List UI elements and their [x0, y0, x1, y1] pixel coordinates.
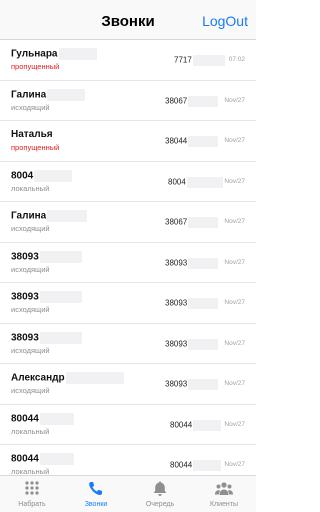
call-row[interactable]: Галина исходящий 38067 Nov/27 [0, 202, 256, 243]
call-status: пропущенный [11, 143, 60, 152]
tab-bar: Набрать Звонки Очередь Клиенты [0, 475, 256, 512]
calls-list[interactable]: Гульнара пропущенный 7717 07:02 Галина и… [0, 40, 256, 475]
call-time: Nov/27 [224, 258, 245, 266]
call-time: 07:02 [228, 56, 245, 63]
dialpad-icon [25, 481, 39, 495]
redacted-mask [58, 48, 97, 60]
tab-label: Набрать [18, 501, 46, 508]
call-status: исходящий [11, 264, 50, 274]
call-status: исходящий [11, 305, 50, 314]
phone-number: 38067 [165, 96, 188, 106]
redacted-mask [192, 55, 225, 66]
caller-name: 8004 [11, 170, 34, 182]
caller-name: 80044 [11, 453, 39, 465]
call-status: локальный [11, 467, 50, 475]
redacted-mask [188, 379, 219, 390]
call-row[interactable]: 80044 локальный 80044 Nov/27 [0, 405, 256, 445]
call-row[interactable]: 38093 исходящий 38093 Nov/27 [0, 283, 256, 324]
phone-number: 38093 [165, 258, 188, 268]
caller-name: 80044 [11, 413, 39, 425]
tab-queue[interactable]: Очередь [128, 476, 192, 512]
users-icon [215, 482, 233, 495]
caller-name: 38093 [11, 291, 39, 303]
call-time: Nov/27 [224, 380, 245, 387]
call-row[interactable]: Гульнара пропущенный 7717 07:02 [0, 40, 256, 81]
call-status: исходящий [11, 386, 50, 395]
call-time: Nov/27 [224, 218, 245, 225]
call-time: Nov/27 [224, 96, 245, 104]
redacted-mask [39, 291, 82, 303]
caller-name: Гульнара [11, 48, 58, 60]
caller-name: 38093 [11, 251, 39, 263]
caller-name: Наталья [11, 129, 53, 140]
phone-number: 38093 [165, 298, 188, 308]
redacted-mask [186, 176, 223, 188]
call-row[interactable]: 8004 локальный 8004 Nov/27 [0, 162, 256, 202]
redacted-mask [188, 338, 219, 350]
phone-number: 8004 [168, 177, 186, 187]
phone-number: 38093 [165, 339, 188, 349]
phone-number: 80044 [170, 460, 193, 470]
call-time: Nov/27 [224, 299, 245, 306]
redacted-mask [188, 95, 219, 107]
caller-name: Галина [11, 89, 47, 101]
tab-calls[interactable]: Звонки [64, 476, 128, 512]
phone-number: 38093 [165, 379, 188, 389]
phone-icon [89, 482, 102, 496]
call-status: пропущенный [11, 62, 60, 71]
logout-button[interactable]: LogOut [202, 13, 248, 29]
phone-number: 7717 [174, 55, 192, 65]
call-row[interactable]: Александр исходящий 38093 Nov/27 [0, 364, 256, 405]
redacted-mask [193, 460, 222, 471]
tab-label: Звонки [84, 501, 108, 508]
caller-name: Александр [11, 372, 65, 384]
caller-name: Галина [11, 210, 47, 222]
call-status: исходящий [11, 102, 50, 112]
call-row[interactable]: Галина исходящий 38067 Nov/27 [0, 81, 256, 121]
navigation-bar: Звонки LogOut [0, 0, 256, 40]
redacted-mask [65, 372, 124, 384]
tab-label: Очередь [145, 501, 175, 508]
redacted-mask [39, 331, 82, 344]
redacted-mask [188, 298, 219, 309]
redacted-mask [47, 210, 88, 222]
tab-dial[interactable]: Набрать [0, 476, 64, 512]
redacted-mask [39, 250, 82, 263]
redacted-mask [47, 88, 86, 101]
call-time: Nov/27 [224, 420, 245, 428]
tab-label: Клиенты [209, 501, 239, 508]
redacted-mask [188, 136, 219, 147]
redacted-mask [39, 453, 74, 465]
call-status: локальный [11, 183, 50, 193]
call-status: исходящий [11, 224, 50, 233]
redacted-mask [188, 217, 219, 228]
phone-number: 38067 [165, 217, 188, 227]
redacted-mask [193, 419, 222, 431]
bell-icon [153, 481, 167, 496]
call-time: Nov/27 [224, 339, 245, 347]
phone-number: 38044 [165, 136, 188, 146]
redacted-mask [34, 169, 73, 182]
call-row[interactable]: 80044 локальный 80044 Nov/27 [0, 445, 256, 475]
tab-clients[interactable]: Клиенты [192, 476, 256, 512]
phone-number: 80044 [170, 420, 193, 430]
redacted-mask [188, 257, 219, 269]
caller-name: 38093 [11, 332, 39, 344]
app-window: Звонки LogOut Гульнара пропущенный 7717 … [0, 0, 256, 512]
call-time: Nov/27 [224, 461, 245, 468]
call-row[interactable]: Наталья пропущенный 38044 Nov/27 [0, 121, 256, 162]
redacted-mask [39, 412, 74, 425]
call-row[interactable]: 38093 исходящий 38093 Nov/27 [0, 243, 256, 283]
call-status: исходящий [11, 345, 50, 355]
call-time: Nov/27 [224, 177, 245, 185]
call-status: локальный [11, 426, 50, 436]
call-row[interactable]: 38093 исходящий 38093 Nov/27 [0, 324, 256, 364]
call-time: Nov/27 [224, 137, 245, 144]
